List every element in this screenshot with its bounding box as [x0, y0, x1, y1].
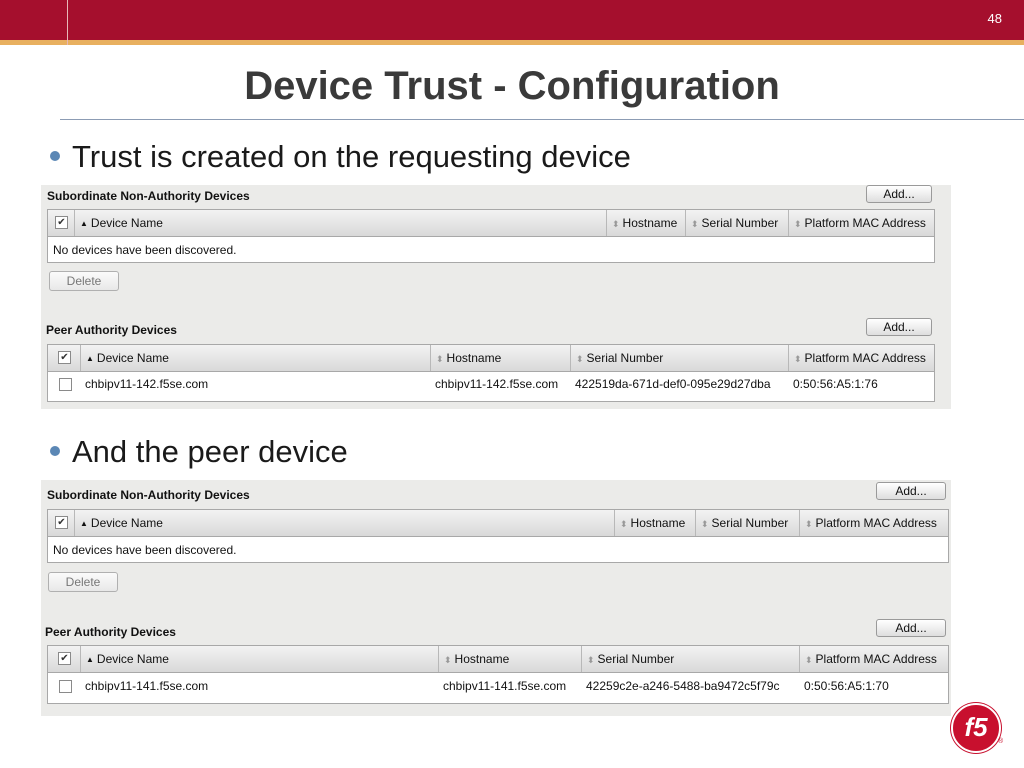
select-all-header: ✔	[48, 210, 75, 236]
bullet-text: Trust is created on the requesting devic…	[72, 139, 631, 174]
sort-icon: ⬍	[436, 354, 444, 364]
row-checkbox[interactable]	[59, 680, 72, 693]
bullet-2: And the peer device	[50, 434, 348, 470]
column-device-name[interactable]: ▲ Device Name	[81, 646, 439, 672]
column-device-name[interactable]: ▲ Device Name	[75, 510, 615, 536]
row-checkbox[interactable]	[59, 378, 72, 391]
bullet-1: Trust is created on the requesting devic…	[50, 139, 631, 175]
peer-devices-table: ✔ ▲ Device Name ⬍ Hostname ⬍ Serial Number …	[47, 645, 949, 704]
empty-table-message: No devices have been discovered.	[53, 243, 237, 257]
delete-button[interactable]: Delete	[48, 572, 118, 592]
cell-platform-mac: 0:50:56:A5:1:76	[793, 377, 878, 391]
sort-ascending-icon: ▲	[86, 655, 94, 664]
cell-serial-number: 422519da-671d-def0-095e29d27dba	[575, 377, 771, 391]
registered-mark: ®	[998, 738, 1004, 745]
bullet-dot-icon	[50, 445, 60, 456]
peer-devices-title: Peer Authority Devices	[46, 323, 177, 337]
add-peer-button[interactable]: Add...	[866, 318, 932, 336]
select-all-checkbox[interactable]: ✔	[58, 652, 71, 665]
column-serial-number[interactable]: ⬍ Serial Number	[582, 646, 800, 672]
cell-serial-number: 42259c2e-a246-5488-ba9472c5f79c	[586, 679, 780, 693]
sort-ascending-icon: ▲	[80, 519, 88, 528]
column-serial-number[interactable]: ⬍ Serial Number	[686, 210, 789, 236]
cell-device-name: chbipv11-141.f5se.com	[85, 679, 209, 693]
select-all-header: ✔	[48, 345, 81, 371]
column-hostname[interactable]: ⬍ Hostname	[439, 646, 582, 672]
select-all-checkbox[interactable]: ✔	[58, 351, 71, 364]
column-hostname[interactable]: ⬍ Hostname	[615, 510, 696, 536]
sort-icon: ⬍	[805, 519, 813, 529]
column-device-name[interactable]: ▲ Device Name	[81, 345, 431, 371]
column-platform-mac[interactable]: ⬍ Platform MAC Address	[789, 345, 934, 371]
table-header: ✔ ▲ Device Name ⬍ Hostname ⬍ Serial Number …	[48, 345, 934, 372]
subordinate-devices-table: ✔ ▲ Device Name ⬍ Hostname ⬍ Serial Number …	[47, 209, 935, 263]
cell-platform-mac: 0:50:56:A5:1:70	[804, 679, 889, 693]
select-all-checkbox[interactable]: ✔	[55, 216, 68, 229]
sort-icon: ⬍	[612, 219, 620, 229]
table-header: ✔ ▲ Device Name ⬍ Hostname ⬍ Serial Number …	[48, 646, 948, 673]
delete-button[interactable]: Delete	[49, 271, 119, 291]
empty-table-message: No devices have been discovered.	[53, 543, 237, 557]
header-bar	[0, 0, 1024, 40]
sort-icon: ⬍	[576, 354, 584, 364]
sort-icon: ⬍	[701, 519, 709, 529]
column-platform-mac[interactable]: ⬍ Platform MAC Address	[789, 210, 934, 236]
column-hostname[interactable]: ⬍ Hostname	[431, 345, 571, 371]
sort-icon: ⬍	[587, 655, 595, 665]
device-trust-panel-2: Subordinate Non-Authority Devices Add...…	[41, 480, 951, 716]
add-subordinate-button[interactable]: Add...	[866, 185, 932, 203]
column-device-name[interactable]: ▲ Device Name	[75, 210, 607, 236]
column-platform-mac[interactable]: ⬍ Platform MAC Address	[800, 646, 948, 672]
bullet-text: And the peer device	[72, 434, 348, 469]
peer-devices-title: Peer Authority Devices	[45, 625, 176, 639]
table-header: ✔ ▲ Device Name ⬍ Hostname ⬍ Serial Number …	[48, 510, 948, 537]
device-trust-panel-1: Subordinate Non-Authority Devices Add...…	[41, 185, 951, 409]
cell-hostname: chbipv11-142.f5se.com	[435, 377, 559, 391]
cell-device-name: chbipv11-142.f5se.com	[85, 377, 209, 391]
slide-number: 48	[987, 11, 1002, 26]
subordinate-devices-title: Subordinate Non-Authority Devices	[47, 189, 250, 203]
sort-icon: ⬍	[620, 519, 628, 529]
sort-ascending-icon: ▲	[80, 219, 88, 228]
slide-title: Device Trust - Configuration	[244, 64, 780, 108]
select-all-header: ✔	[48, 510, 75, 536]
add-subordinate-button[interactable]: Add...	[876, 482, 946, 500]
add-peer-button[interactable]: Add...	[876, 619, 946, 637]
sort-icon: ⬍	[794, 219, 802, 229]
cell-hostname: chbipv11-141.f5se.com	[443, 679, 567, 693]
subordinate-devices-table: ✔ ▲ Device Name ⬍ Hostname ⬍ Serial Number …	[47, 509, 949, 563]
header-stripe	[0, 40, 1024, 45]
column-hostname[interactable]: ⬍ Hostname	[607, 210, 686, 236]
header-divider	[67, 0, 68, 45]
sort-icon: ⬍	[794, 354, 802, 364]
sort-icon: ⬍	[691, 219, 699, 229]
column-serial-number[interactable]: ⬍ Serial Number	[571, 345, 789, 371]
sort-icon: ⬍	[805, 655, 813, 665]
peer-devices-table: ✔ ▲ Device Name ⬍ Hostname ⬍ Serial Number …	[47, 344, 935, 402]
select-all-checkbox[interactable]: ✔	[55, 516, 68, 529]
sort-icon: ⬍	[444, 655, 452, 665]
column-platform-mac[interactable]: ⬍ Platform MAC Address	[800, 510, 948, 536]
table-header: ✔ ▲ Device Name ⬍ Hostname ⬍ Serial Number …	[48, 210, 934, 237]
bullet-dot-icon	[50, 150, 60, 161]
title-divider	[60, 119, 1024, 120]
select-all-header: ✔	[48, 646, 81, 672]
column-serial-number[interactable]: ⬍ Serial Number	[696, 510, 800, 536]
subordinate-devices-title: Subordinate Non-Authority Devices	[47, 488, 250, 502]
f5-logo: f5	[951, 703, 1001, 753]
sort-ascending-icon: ▲	[86, 354, 94, 363]
